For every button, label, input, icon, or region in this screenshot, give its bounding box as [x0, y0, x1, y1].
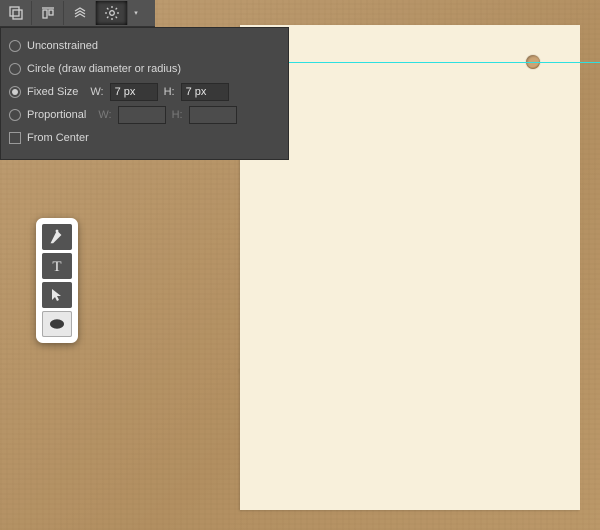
- shape-options-panel: Unconstrained Circle (draw diameter or r…: [0, 27, 289, 160]
- chevron-down-icon[interactable]: ▾: [128, 9, 144, 17]
- align-icon[interactable]: [32, 1, 64, 25]
- options-toolbar: ▾: [0, 0, 155, 27]
- radio-fixed-size[interactable]: [9, 86, 21, 98]
- pen-tool[interactable]: [42, 224, 72, 250]
- type-tool[interactable]: T: [42, 253, 72, 279]
- option-label: Fixed Size: [27, 86, 78, 98]
- height-input-disabled: [189, 106, 237, 124]
- width-label: W:: [90, 86, 103, 98]
- option-label: Unconstrained: [27, 40, 98, 52]
- checkbox-from-center[interactable]: [9, 132, 21, 144]
- gear-icon[interactable]: [96, 1, 128, 25]
- ellipse-tool[interactable]: [42, 311, 72, 337]
- mini-tool-palette[interactable]: T: [36, 218, 78, 343]
- path-align-icon[interactable]: [0, 1, 32, 25]
- option-label: From Center: [27, 132, 89, 144]
- width-input-disabled: [118, 106, 166, 124]
- svg-text:T: T: [52, 259, 61, 275]
- height-label: H:: [172, 109, 183, 121]
- radio-proportional[interactable]: [9, 109, 21, 121]
- radio-circle[interactable]: [9, 63, 21, 75]
- layers-arrange-icon[interactable]: [64, 1, 96, 25]
- radio-unconstrained[interactable]: [9, 40, 21, 52]
- path-selection-tool[interactable]: [42, 282, 72, 308]
- option-label: Circle (draw diameter or radius): [27, 63, 181, 75]
- height-input[interactable]: 7 px: [181, 83, 229, 101]
- document-page: [240, 25, 580, 510]
- width-input[interactable]: 7 px: [110, 83, 158, 101]
- option-label: Proportional: [27, 109, 86, 121]
- width-label: W:: [98, 109, 111, 121]
- height-label: H:: [164, 86, 175, 98]
